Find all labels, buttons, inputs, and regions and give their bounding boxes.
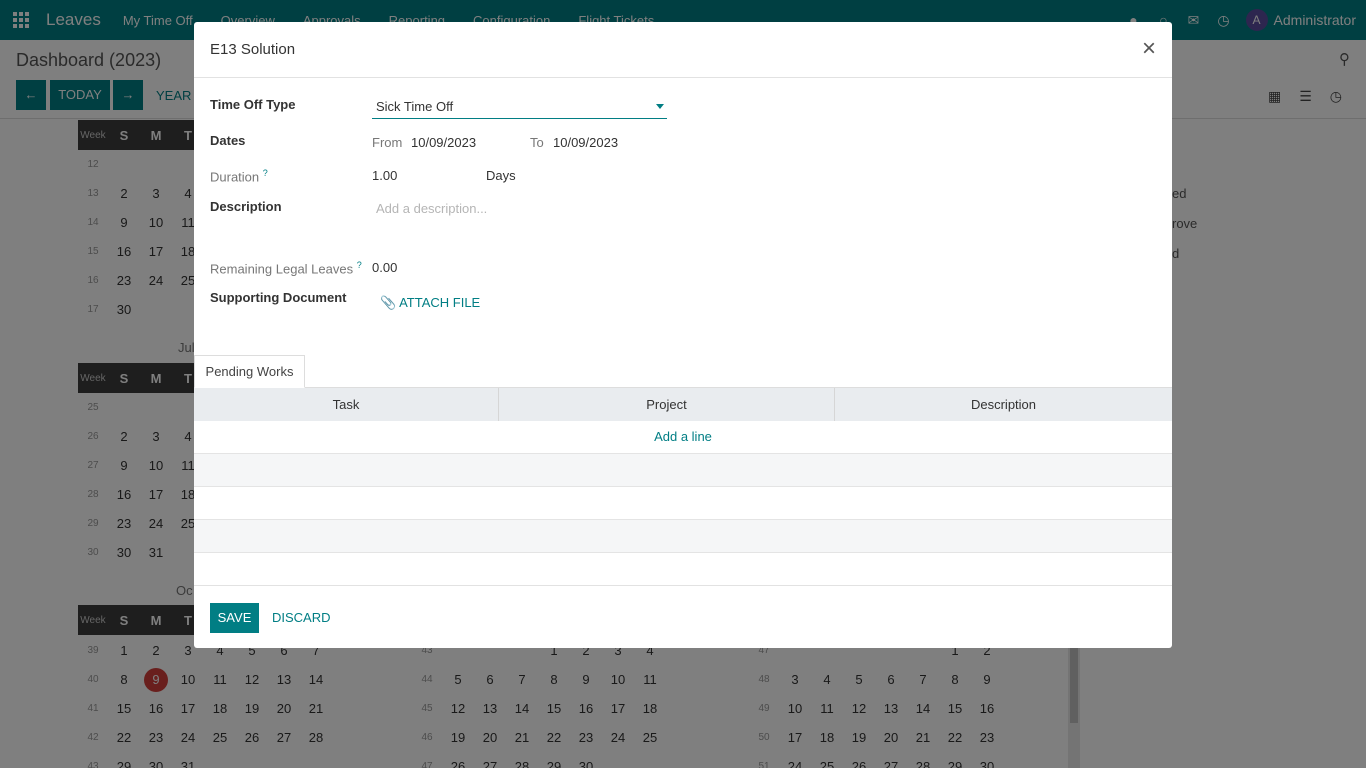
date-from-field[interactable]: 10/09/2023 (411, 135, 476, 150)
date-to-field[interactable]: 10/09/2023 (553, 135, 618, 150)
table-row (194, 487, 1172, 520)
paperclip-icon: 📎 (380, 295, 397, 310)
help-icon[interactable]: ? (263, 168, 268, 178)
dates-label: Dates (210, 133, 246, 148)
description-label: Description (210, 199, 282, 214)
description-input[interactable]: Add a description... (376, 201, 487, 216)
from-label: From (372, 135, 403, 150)
table-row (194, 520, 1172, 553)
to-label: To (530, 135, 544, 150)
discard-button[interactable]: DISCARD (272, 603, 331, 633)
help-icon[interactable]: ? (357, 260, 362, 270)
tab-pending-works[interactable]: Pending Works (194, 355, 305, 388)
attach-file-button[interactable]: 📎 ATTACH FILE (380, 295, 480, 311)
duration-label: Duration ? (210, 168, 268, 185)
save-button[interactable]: SAVE (210, 603, 259, 633)
remaining-leaves-value: 0.00 (372, 260, 398, 275)
table-row (194, 553, 1172, 586)
table-header: Task Project Description (194, 388, 1172, 421)
caret-down-icon[interactable] (656, 104, 664, 109)
supporting-document-label: Supporting Document (210, 290, 347, 305)
duration-unit: Days (486, 168, 516, 183)
modal-header: E13 Solution × (194, 22, 1172, 78)
add-line-button[interactable]: Add a line (194, 421, 1172, 453)
time-off-type-value: Sick Time Off (376, 99, 454, 114)
pending-works-table: Task Project Description Add a line (194, 388, 1172, 586)
table-row (194, 454, 1172, 487)
time-off-dialog: E13 Solution × Time Off Type Sick Time O… (194, 22, 1172, 648)
column-task[interactable]: Task (194, 388, 499, 421)
table-row: Add a line (194, 421, 1172, 454)
modal-title: E13 Solution (210, 41, 296, 58)
column-project[interactable]: Project (499, 388, 835, 421)
duration-field[interactable]: 1.00 (372, 168, 397, 183)
close-icon[interactable]: × (1138, 36, 1160, 62)
time-off-type-select[interactable]: Sick Time Off (372, 95, 667, 119)
time-off-type-label: Time Off Type (210, 97, 296, 112)
modal-footer: SAVE DISCARD (194, 585, 1172, 648)
column-description[interactable]: Description (835, 388, 1172, 421)
remaining-leaves-label: Remaining Legal Leaves ? (210, 260, 362, 277)
